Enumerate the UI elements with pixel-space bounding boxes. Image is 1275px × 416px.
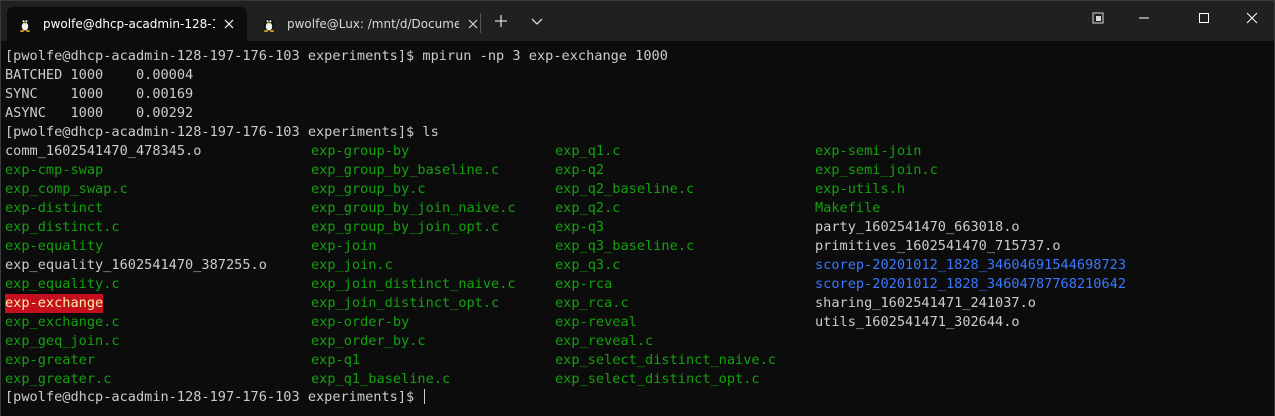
file-entry: exp_q1_baseline.c: [311, 371, 451, 387]
file-entry: sharing_1602541471_241037.o: [815, 295, 1036, 311]
file-entry: exp_group_by_join_naive.c: [311, 200, 516, 216]
terminal-prompt-line[interactable]: [pwolfe@dhcp-acadmin-128-197-176-103 exp…: [5, 388, 426, 407]
file-entry: exp-q1: [311, 352, 361, 368]
file-entry: exp_q3.c: [555, 257, 621, 273]
file-entry: exp-equality: [5, 238, 104, 254]
file-entry: exp_join_distinct_naive.c: [311, 276, 516, 292]
plus-icon: [495, 15, 507, 27]
tab-lux[interactable]: pwolfe@Lux: /mnt/d/Document: [251, 7, 491, 41]
terminal-output[interactable]: [pwolfe@dhcp-acadmin-128-197-176-103 exp…: [1, 41, 1274, 416]
file-entry: scorep-20201012_1828_34604787768210642: [815, 276, 1126, 292]
file-entry: exp-greater: [5, 352, 96, 368]
text-cursor: [424, 389, 426, 404]
file-entry: party_1602541470_663018.o: [815, 219, 1020, 235]
terminal-line: ASYNC 1000 0.00292: [5, 105, 194, 121]
file-entry: exp_join.c: [311, 257, 393, 273]
file-entry: comm_1602541470_478345.o: [5, 143, 202, 159]
file-entry: exp-utils.h: [815, 181, 906, 197]
terminal-line: [pwolfe@dhcp-acadmin-128-197-176-103 exp…: [5, 48, 668, 64]
tux-icon: [20, 19, 30, 32]
chevron-down-icon: [531, 18, 543, 25]
tab-dhcp[interactable]: pwolfe@dhcp-acadmin-128-197: [7, 7, 247, 41]
file-entry: scorep-20201012_1828_34604691544698723: [815, 257, 1126, 273]
maximize-icon: [1199, 13, 1209, 23]
file-entry: exp-reveal: [555, 314, 637, 330]
close-window-button[interactable]: [1229, 1, 1275, 35]
file-entry: exp_exchange.c: [5, 314, 120, 330]
file-entry: exp-semi-join: [815, 143, 922, 159]
file-entry: exp_semi_join.c: [815, 162, 938, 178]
tab-bar: pwolfe@dhcp-acadmin-128-197 pwolfe@Lux: …: [1, 1, 1274, 41]
file-entry: exp_comp_swap.c: [5, 181, 128, 197]
file-entry: exp_greater.c: [5, 371, 112, 387]
compact-overlay-button[interactable]: [1075, 1, 1121, 35]
file-entry: exp_group_by_baseline.c: [311, 162, 500, 178]
file-entry: exp_equality.c: [5, 276, 120, 292]
prompt-text: [pwolfe@dhcp-acadmin-128-197-176-103 exp…: [5, 389, 423, 405]
minimize-button[interactable]: [1121, 1, 1167, 35]
close-icon: [1246, 12, 1258, 24]
file-entry: exp-q2: [555, 162, 605, 178]
tux-icon: [264, 19, 274, 32]
file-entry: exp-group-by: [311, 143, 410, 159]
close-icon[interactable]: [221, 16, 237, 32]
file-entry: exp-q3: [555, 219, 605, 235]
file-entry: exp-order-by: [311, 314, 410, 330]
tab-separator: [480, 13, 481, 33]
terminal-line: SYNC 1000 0.00169: [5, 86, 194, 102]
terminal-window: pwolfe@dhcp-acadmin-128-197 pwolfe@Lux: …: [0, 0, 1275, 416]
file-entry: exp_order_by.c: [311, 333, 426, 349]
maximize-button[interactable]: [1181, 1, 1227, 35]
file-entry: exp_distinct.c: [5, 219, 120, 235]
tab-dropdown-button[interactable]: [525, 9, 549, 33]
file-entry: exp_select_distinct_naive.c: [555, 352, 776, 368]
terminal-line: [pwolfe@dhcp-acadmin-128-197-176-103 exp…: [5, 124, 439, 140]
file-entry: exp_q3_baseline.c: [555, 238, 695, 254]
file-entry: exp_select_distinct_opt.c: [555, 371, 760, 387]
file-entry: exp_equality_1602541470_387255.o: [5, 257, 267, 273]
file-entry: exp_join_distinct_opt.c: [311, 295, 500, 311]
file-entry: exp_reveal.c: [555, 333, 654, 349]
file-entry: exp-distinct: [5, 200, 104, 216]
file-entry: exp_group_by.c: [311, 181, 426, 197]
file-entry: exp-rca: [555, 276, 613, 292]
file-entry: exp_geq_join.c: [5, 333, 120, 349]
close-icon[interactable]: [465, 16, 481, 32]
tab-title: pwolfe@Lux: /mnt/d/Document: [287, 17, 459, 31]
file-entry: utils_1602541471_302644.o: [815, 314, 1020, 330]
tab-title: pwolfe@dhcp-acadmin-128-197: [43, 17, 215, 31]
file-entry: exp-cmp-swap: [5, 162, 104, 178]
file-entry: exp_group_by_join_opt.c: [311, 219, 500, 235]
new-tab-button[interactable]: [489, 9, 513, 33]
compact-overlay-icon: [1092, 12, 1104, 24]
terminal-line: BATCHED 1000 0.00004: [5, 67, 194, 83]
file-entry: primitives_1602541470_715737.o: [815, 238, 1061, 254]
file-entry: exp_q1.c: [555, 143, 621, 159]
file-entry: exp-join: [311, 238, 377, 254]
file-entry: exp_q2_baseline.c: [555, 181, 695, 197]
file-entry: exp_rca.c: [555, 295, 629, 311]
file-entry: Makefile: [815, 200, 881, 216]
file-entry: exp-exchange: [5, 294, 104, 313]
file-entry: exp_q2.c: [555, 200, 621, 216]
minimize-icon: [1139, 17, 1149, 19]
